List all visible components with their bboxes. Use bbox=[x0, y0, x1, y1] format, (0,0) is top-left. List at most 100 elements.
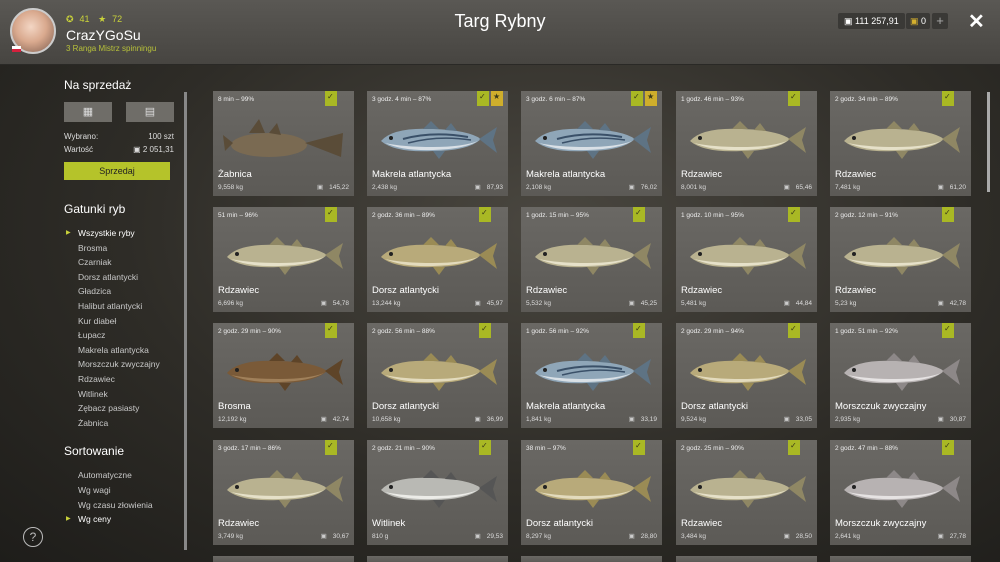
fish-image bbox=[373, 117, 501, 168]
checkmark-icon[interactable] bbox=[942, 323, 954, 338]
checkmark-icon[interactable] bbox=[633, 323, 645, 338]
species-filter-item[interactable]: Zębacz pasiasty bbox=[64, 401, 174, 416]
fish-card[interactable]: 1 godz. 56 min – 92% Makrela atlantycka 1,… bbox=[521, 323, 662, 428]
fish-name: Żabnica bbox=[218, 169, 252, 180]
catch-time: 1 godz. 10 min – 95% bbox=[681, 212, 744, 219]
species-filter-item[interactable]: Rdzawiec bbox=[64, 372, 174, 387]
fish-card[interactable]: 2 godz. 29 min – 90% Brosma 12,192 kg 42,74 bbox=[213, 323, 354, 428]
list-view-button[interactable]: ▤ bbox=[126, 102, 174, 122]
checkmark-icon[interactable] bbox=[788, 91, 800, 106]
fish-image bbox=[527, 466, 655, 517]
species-filter-item[interactable]: Morszczuk zwyczajny bbox=[64, 357, 174, 372]
checkmark-icon[interactable] bbox=[788, 440, 800, 455]
grid-scrollbar[interactable] bbox=[987, 92, 990, 192]
species-filter-item[interactable]: Dorsz atlantycki bbox=[64, 270, 174, 285]
fish-price: 30,87 bbox=[938, 415, 966, 423]
checkmark-icon[interactable] bbox=[325, 323, 337, 338]
fish-weight: 8,001 kg bbox=[681, 184, 706, 191]
fish-weight: 12,192 kg bbox=[218, 416, 247, 423]
checkmark-icon[interactable] bbox=[942, 207, 954, 222]
fish-card-partial[interactable] bbox=[213, 556, 354, 562]
fish-price: 76,02 bbox=[629, 183, 657, 191]
checkmark-icon[interactable] bbox=[633, 207, 645, 222]
fish-card-partial[interactable] bbox=[830, 556, 971, 562]
fish-card[interactable]: 51 min – 96% Rdzawiec 6,696 kg 54,78 bbox=[213, 207, 354, 312]
help-icon[interactable]: ? bbox=[23, 527, 43, 547]
catch-time: 2 godz. 21 min – 90% bbox=[372, 445, 435, 452]
fish-price: 44,84 bbox=[784, 299, 812, 307]
fish-price: 65,46 bbox=[784, 183, 812, 191]
checkmark-icon[interactable] bbox=[788, 207, 800, 222]
add-gold-button[interactable]: + bbox=[932, 13, 948, 29]
fish-price: 87,93 bbox=[475, 183, 503, 191]
fish-weight: 8,297 kg bbox=[526, 533, 551, 540]
fish-image bbox=[219, 117, 347, 168]
fish-card[interactable]: 2 godz. 36 min – 89% Dorsz atlantycki 13,2… bbox=[367, 207, 508, 312]
fish-card-partial[interactable] bbox=[521, 556, 662, 562]
sale-section-title: Na sprzedaż bbox=[64, 78, 132, 92]
fish-card[interactable]: 38 min – 97% Dorsz atlantycki 8,297 kg 28,8… bbox=[521, 440, 662, 545]
fish-card[interactable]: 2 godz. 29 min – 94% Dorsz atlantycki 9,52… bbox=[676, 323, 817, 428]
catch-time: 3 godz. 6 min – 87% bbox=[526, 96, 586, 103]
checkmark-icon[interactable] bbox=[942, 91, 954, 106]
checkmark-icon[interactable] bbox=[942, 440, 954, 455]
gold-icon: ▣ bbox=[910, 16, 922, 26]
checkmark-icon[interactable] bbox=[479, 323, 491, 338]
sort-option[interactable]: Wg wagi bbox=[64, 483, 174, 498]
fish-weight: 6,696 kg bbox=[218, 300, 243, 307]
catch-time: 8 min – 99% bbox=[218, 96, 255, 103]
checkmark-icon[interactable] bbox=[633, 440, 645, 455]
checkmark-icon[interactable] bbox=[325, 440, 337, 455]
fish-card[interactable]: 1 godz. 51 min – 92% Morszczuk zwyczajny 2… bbox=[830, 323, 971, 428]
species-list: Wszystkie rybyBrosmaCzarniakDorsz atlant… bbox=[64, 226, 174, 430]
species-filter-item[interactable]: Kur diabeł bbox=[64, 314, 174, 329]
sort-option[interactable]: Wg ceny bbox=[64, 512, 174, 527]
species-filter-item[interactable]: Witlinek bbox=[64, 387, 174, 402]
fish-price: 28,80 bbox=[629, 532, 657, 540]
checkmark-icon[interactable] bbox=[631, 91, 643, 106]
sort-option[interactable]: Automatyczne bbox=[64, 468, 174, 483]
checkmark-icon[interactable] bbox=[325, 207, 337, 222]
sell-button[interactable]: Sprzedaj bbox=[64, 162, 170, 180]
fish-card[interactable]: 1 godz. 46 min – 93% Rdzawiec 8,001 kg 65,4… bbox=[676, 91, 817, 196]
checkmark-icon[interactable] bbox=[325, 91, 337, 106]
catch-time: 1 godz. 46 min – 93% bbox=[681, 96, 744, 103]
species-filter-item[interactable]: Gładzica bbox=[64, 284, 174, 299]
catch-time: 2 godz. 29 min – 94% bbox=[681, 328, 744, 335]
fish-card[interactable]: 2 godz. 56 min – 88% Dorsz atlantycki 10,6… bbox=[367, 323, 508, 428]
close-icon[interactable]: ✕ bbox=[968, 9, 985, 34]
fish-card[interactable]: 1 godz. 10 min – 95% Rdzawiec 5,481 kg 44,8… bbox=[676, 207, 817, 312]
fish-card-partial[interactable] bbox=[367, 556, 508, 562]
fish-card[interactable]: 3 godz. 4 min – 87% Makrela atlantycka 2,4… bbox=[367, 91, 508, 196]
species-filter-item[interactable]: Wszystkie ryby bbox=[64, 226, 174, 241]
species-filter-item[interactable]: Halibut atlantycki bbox=[64, 299, 174, 314]
sidebar-scrollbar[interactable] bbox=[184, 92, 187, 550]
fish-card[interactable]: 2 godz. 25 min – 90% Rdzawiec 3,484 kg 28,5… bbox=[676, 440, 817, 545]
sort-option[interactable]: Wg czasu złowienia bbox=[64, 498, 174, 513]
fish-price: 145,22 bbox=[317, 183, 349, 191]
fish-card[interactable]: 8 min – 99% Żabnica 9,558 kg 145,22 bbox=[213, 91, 354, 196]
checkmark-icon[interactable] bbox=[788, 323, 800, 338]
species-filter-item[interactable]: Brosma bbox=[64, 241, 174, 256]
sort-list: AutomatyczneWg wagiWg czasu złowieniaWg … bbox=[64, 468, 174, 526]
grid-view-button[interactable]: ▦ bbox=[64, 102, 112, 122]
fish-card[interactable]: 2 godz. 34 min – 89% Rdzawiec 7,481 kg 61,2… bbox=[830, 91, 971, 196]
fish-card[interactable]: 2 godz. 21 min – 90% Witlinek 810 g 29,53 bbox=[367, 440, 508, 545]
checkmark-icon[interactable] bbox=[479, 207, 491, 222]
fish-card[interactable]: 2 godz. 47 min – 88% Morszczuk zwyczajny 2… bbox=[830, 440, 971, 545]
fish-card[interactable]: 2 godz. 12 min – 91% Rdzawiec 5,23 kg 42,78 bbox=[830, 207, 971, 312]
checkmark-icon[interactable] bbox=[477, 91, 489, 106]
fish-price: 61,20 bbox=[938, 183, 966, 191]
fish-card[interactable]: 3 godz. 17 min – 86% Rdzawiec 3,749 kg 30,6… bbox=[213, 440, 354, 545]
species-filter-item[interactable]: Łupacz bbox=[64, 328, 174, 343]
species-filter-item[interactable]: Czarniak bbox=[64, 255, 174, 270]
species-filter-item[interactable]: Makrela atlantycka bbox=[64, 343, 174, 358]
checkmark-icon[interactable] bbox=[479, 440, 491, 455]
fish-card[interactable]: 1 godz. 15 min – 95% Rdzawiec 5,532 kg 45,2… bbox=[521, 207, 662, 312]
catch-time: 1 godz. 56 min – 92% bbox=[526, 328, 589, 335]
fish-image bbox=[527, 349, 655, 400]
fish-card[interactable]: 3 godz. 6 min – 87% Makrela atlantycka 2,1… bbox=[521, 91, 662, 196]
species-filter-item[interactable]: Żabnica bbox=[64, 416, 174, 431]
fish-card-partial[interactable] bbox=[676, 556, 817, 562]
fish-name: Rdzawiec bbox=[526, 285, 568, 296]
